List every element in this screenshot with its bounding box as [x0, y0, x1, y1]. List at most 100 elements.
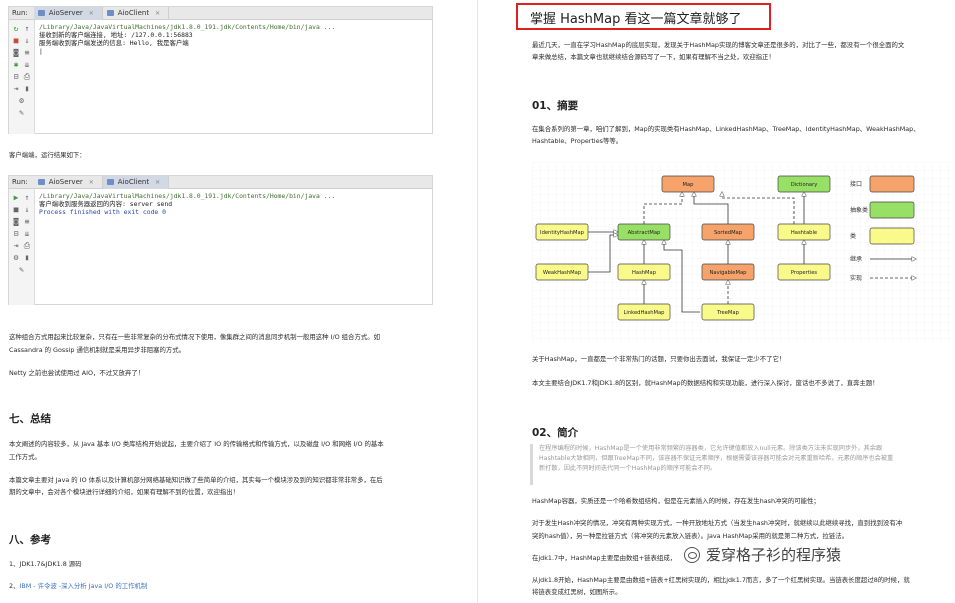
restore-layout-icon[interactable]: ⊟: [12, 73, 20, 81]
arrow-down-icon[interactable]: ↓: [23, 37, 31, 45]
svg-text:Dictionary: Dictionary: [791, 182, 818, 188]
legend-abstract-swatch: [869, 201, 915, 219]
stop-icon[interactable]: ■: [12, 206, 20, 214]
close-icon[interactable]: ✕: [155, 179, 160, 186]
ide-run-toolbar: Run: AioServer ✕ AioClient ✕: [9, 175, 432, 189]
scroll-end-icon[interactable]: ⇊: [23, 61, 31, 69]
blockquote: 在程序编程的时候，HashMap是一个使用非常频繁的容器类，它允许键值都放入nu…: [530, 444, 948, 485]
article-title: 掌握 HashMap 看这一篇文章就够了: [530, 12, 742, 27]
java-app-icon: [37, 10, 45, 16]
print-icon[interactable]: ⎙: [23, 73, 31, 81]
diagram-node-navigable: NavigableMap: [701, 263, 755, 281]
diagram-node-weak: WeakHashMap: [535, 263, 589, 281]
reference-link[interactable]: IBM - 许令波 -深入分析 Java I/O 的工作机制: [19, 582, 147, 590]
exit-icon[interactable]: ⇥: [12, 85, 20, 93]
close-icon[interactable]: ✕: [89, 10, 94, 17]
arrow-up-icon[interactable]: ↑: [23, 25, 31, 33]
tab-aioserver[interactable]: AioServer ✕: [34, 175, 103, 189]
paragraph-line: 本文主要结合JDK1.7和JDK1.8的区别，就HashMap的数据结构和实现功…: [532, 379, 879, 387]
caption-client-result: 客户端端，运行结果如下：: [9, 151, 86, 159]
diagram-node-treemap: TreeMap: [701, 303, 755, 321]
paragraph-line: 在jdk1.7中，HashMap主要是由数组+链表组成，当发生hash冲突的时候…: [532, 554, 672, 562]
svg-text:TreeMap: TreeMap: [716, 310, 739, 316]
camera-icon[interactable]: ◙: [12, 218, 20, 226]
arrow-up-icon[interactable]: ↑: [23, 194, 31, 202]
paragraph-line: 本篇文章主要对 Java 的 IO 体系以及计算机部分网络基础知识做了些简单的介…: [9, 476, 383, 484]
svg-text:Properties: Properties: [791, 270, 818, 276]
paragraph-line: 对于发生Hash冲突的情况，冲突有两种实现方式，一种开放地址方式（当发生hash…: [532, 519, 903, 527]
console-line: 接收到新的客户端连接, 地址: /127.0.0.1:56883: [39, 31, 193, 39]
console-line: 服务端收到客户端发送的信息: Hello, 我是客户端: [39, 39, 189, 47]
wrap-icon[interactable]: ≡: [23, 49, 31, 57]
diagram-node-sortedmap: SortedMap: [701, 223, 755, 241]
run-label: Run:: [12, 9, 28, 17]
tab-aioclient[interactable]: AioClient ✕: [102, 175, 170, 189]
paragraph-line: HashMap容器，实质还是一个哈希数组结构，但是在元素插入的时候，存在发生ha…: [532, 497, 820, 505]
wechat-icon: [684, 546, 700, 563]
tab-aioserver[interactable]: AioServer ✕: [33, 6, 103, 20]
java-app-icon: [106, 179, 114, 185]
trash-icon[interactable]: ▮: [23, 254, 31, 262]
arrow-down-icon[interactable]: ↓: [23, 206, 31, 214]
restore-layout-icon[interactable]: ⊟: [12, 230, 20, 238]
console-cursor: |: [39, 47, 43, 55]
ide-run-panel-server: Run: AioServer ✕ AioClient ✕ ↻ ↑ ■ ↓ ◙ ≡ ✱ ⇊…: [8, 6, 433, 134]
pin-icon[interactable]: ✎: [18, 266, 26, 274]
svg-text:AbstractMap: AbstractMap: [628, 230, 661, 236]
paragraph-line: 从jdk1.8开始，HashMap主要是由数组+链表+红黑树实现的，相比jdk1…: [532, 576, 910, 584]
left-article-page: Run: AioServer ✕ AioClient ✕ ↻ ↑ ■ ↓ ◙ ≡ ✱ ⇊…: [0, 0, 477, 603]
console-line: /Library/Java/JavaVirtualMachines/jdk1.8…: [39, 23, 336, 31]
ide-side-toolbar: ▶ ↑ ■ ↓ ◙ ≡ ⊟ ⇊ ⇥ ⎙ ⚙ ▮ ✎: [9, 189, 35, 305]
reference-item: 2、IBM - 许令波 -深入分析 Java I/O 的工作机制: [9, 582, 148, 590]
diagram-node-abstract: AbstractMap: [617, 223, 671, 241]
tab-aioclient[interactable]: AioClient ✕: [103, 6, 170, 20]
paragraph-line: 这种组合方式用起来比较复杂，只有在一些非常复杂的分布式情况下使用，像集群之间的消…: [9, 333, 381, 341]
run-label: Run:: [12, 178, 28, 186]
svg-text:Hashtable: Hashtable: [791, 230, 817, 236]
legend-inherit-label: 继承: [850, 255, 862, 263]
exit-icon[interactable]: ⇥: [12, 242, 20, 250]
rerun-icon[interactable]: ↻: [12, 25, 20, 33]
svg-text:HashMap: HashMap: [632, 270, 657, 276]
settings-icon[interactable]: ⚙: [12, 254, 20, 262]
paragraph-line: 最近几天，一直在学习HashMap的底层实现，发现关于HashMap实现的博客文…: [532, 41, 905, 49]
trash-icon[interactable]: ▮: [23, 85, 31, 93]
legend-interface-label: 接口: [850, 180, 862, 188]
console-output[interactable]: /Library/Java/JavaVirtualMachines/jdk1.8…: [35, 20, 432, 134]
java-app-icon: [37, 179, 45, 185]
diagram-node-hashtable: Hashtable: [777, 223, 831, 241]
section-heading-summary: 01、摘要: [532, 100, 579, 112]
ide-run-panel-client: Run: AioServer ✕ AioClient ✕ ▶ ↑ ■ ↓ ◙ ≡ ⊟ ⇊…: [8, 175, 433, 305]
paragraph-line: 期的文章中，会对各个模块进行详细的介绍，如果有理解不到的位置，欢迎指出！: [9, 488, 240, 496]
wrap-icon[interactable]: ≡: [23, 218, 31, 226]
stop-icon[interactable]: ■: [12, 37, 20, 45]
svg-text:LinkedHashMap: LinkedHashMap: [624, 310, 666, 316]
print-icon[interactable]: ⎙: [23, 242, 31, 250]
paragraph-line: 突的hash值），另一种是拉链方式（将冲突的元素放入链表）。Java HashM…: [532, 532, 849, 540]
java-app-icon: [106, 10, 114, 16]
close-icon[interactable]: ✕: [155, 10, 160, 17]
pin-icon[interactable]: ✎: [18, 109, 26, 117]
legend-implement-label: 实现: [850, 274, 862, 282]
section-heading-summary: 七、总结: [9, 413, 51, 425]
ide-side-toolbar: ↻ ↑ ■ ↓ ◙ ≡ ✱ ⇊ ⊟ ⎙ ⇥ ▮ ⚙ ✎: [9, 20, 35, 134]
paragraph-line: 工作方式。: [9, 453, 41, 461]
run-icon[interactable]: ▶: [12, 194, 20, 202]
section-heading-intro: 02、简介: [532, 427, 579, 439]
diagram-node-properties: Properties: [777, 263, 831, 281]
console-line: /Library/Java/JavaVirtualMachines/jdk1.8…: [39, 192, 336, 200]
svg-text:SortedMap: SortedMap: [714, 230, 743, 236]
legend-interface-swatch: [869, 175, 915, 193]
camera-icon[interactable]: ◙: [12, 49, 20, 57]
diagram-node-linked: LinkedHashMap: [617, 303, 671, 321]
console-output[interactable]: /Library/Java/JavaVirtualMachines/jdk1.8…: [35, 189, 432, 305]
ide-run-toolbar: Run: AioServer ✕ AioClient ✕: [9, 6, 432, 20]
scroll-end-icon[interactable]: ⇊: [23, 230, 31, 238]
settings-icon[interactable]: ⚙: [18, 97, 26, 105]
svg-text:Map: Map: [683, 182, 695, 188]
paragraph-line: 将链表变成红黑树，如图所示。: [532, 588, 622, 596]
legend-class-label: 类: [850, 232, 856, 240]
debug-icon[interactable]: ✱: [12, 61, 20, 69]
right-article-page: 掌握 HashMap 看这一篇文章就够了 最近几天，一直在学习HashMap的底…: [478, 0, 955, 603]
close-icon[interactable]: ✕: [89, 179, 94, 186]
